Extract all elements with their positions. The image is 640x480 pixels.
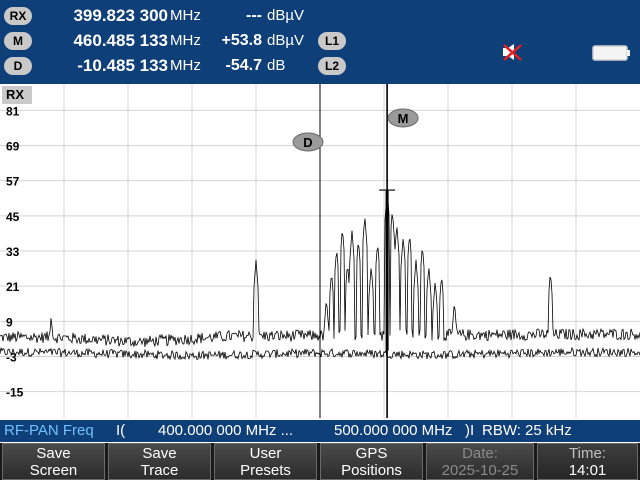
y-tick-label: -15	[6, 386, 24, 400]
y-tick-label: 81	[6, 104, 20, 118]
speaker-muted-icon[interactable]	[500, 42, 524, 62]
date-value: 2025-10-25	[441, 462, 519, 479]
delta-row: D -10.485 133 MHz -54.7 dB	[0, 54, 440, 78]
save-trace-button[interactable]: Save Trace	[108, 443, 211, 480]
rx-level-unit: dBµV	[267, 7, 304, 24]
delta-frequency: -10.485 133	[77, 56, 168, 75]
rx-row: RX 399.823 300 MHz --- dBµV	[0, 4, 440, 28]
measurement-header: RX 399.823 300 MHz --- dBµV M 460.485 13…	[0, 0, 640, 84]
softkey-bar: Save Screen Save Trace User Presets GPS …	[0, 443, 640, 480]
y-tick-label: 45	[6, 210, 20, 224]
date-display: Date: 2025-10-25	[426, 443, 534, 480]
limit-line-1-tag[interactable]: L1	[318, 32, 346, 50]
save-screen-button[interactable]: Save Screen	[2, 443, 105, 480]
softkey-label: Screen	[29, 462, 78, 479]
battery-icon	[592, 45, 630, 61]
spectrum-plot[interactable]: 81 69 57 45 33 21 9 -3 -15 MD RX	[0, 84, 640, 418]
softkey-label: Presets	[240, 462, 291, 479]
marker-d-label: D	[303, 135, 312, 150]
delta-level-unit: dB	[267, 57, 286, 74]
delta-level: -54.7	[225, 57, 262, 74]
spectrum-svg: 8169574533219-3-15 MD	[0, 84, 640, 418]
y-tick-label: 9	[6, 315, 13, 329]
corner-label: RX	[2, 86, 32, 104]
marker-level: +53.8	[221, 32, 262, 49]
y-tick-label: 21	[6, 280, 20, 294]
softkey-label: GPS	[355, 445, 388, 462]
stop-arrow-icon[interactable]: )I	[465, 420, 474, 442]
user-presets-button[interactable]: User Presets	[214, 443, 317, 480]
frequency-status-bar: RF-PAN Freq I( 400.000 000 MHz ... 500.0…	[0, 420, 640, 442]
y-tick-label: 57	[6, 175, 20, 189]
softkey-label: Time:	[569, 445, 606, 462]
start-arrow-icon[interactable]: I(	[116, 420, 125, 442]
y-tick-label: 69	[6, 140, 20, 154]
softkey-label: Save	[142, 445, 177, 462]
mode-label[interactable]: RF-PAN Freq	[4, 420, 94, 442]
marker-row: M 460.485 133 MHz +53.8 dBµV	[0, 29, 440, 53]
marker-level-unit: dBµV	[267, 32, 304, 49]
gps-positions-button[interactable]: GPS Positions	[320, 443, 423, 480]
softkey-label: Date:	[462, 445, 498, 462]
start-frequency[interactable]: 400.000 000 MHz ...	[158, 420, 293, 442]
softkey-label: Trace	[140, 462, 179, 479]
limit-line-2-tag[interactable]: L2	[318, 57, 346, 75]
time-display: Time: 14:01	[537, 443, 638, 480]
marker-m-label: M	[398, 111, 409, 126]
marker-frequency: 460.485 133	[73, 31, 168, 50]
softkey-label: Save	[36, 445, 71, 462]
rx-frequency: 399.823 300	[73, 6, 168, 25]
time-value: 14:01	[568, 462, 607, 479]
y-tick-label: 33	[6, 245, 20, 259]
softkey-label: Positions	[341, 462, 402, 479]
rbw-value[interactable]: RBW: 25 kHz	[482, 420, 572, 442]
rx-level: ---	[246, 7, 262, 24]
stop-frequency[interactable]: 500.000 000 MHz	[334, 420, 452, 442]
softkey-label: User	[249, 445, 282, 462]
